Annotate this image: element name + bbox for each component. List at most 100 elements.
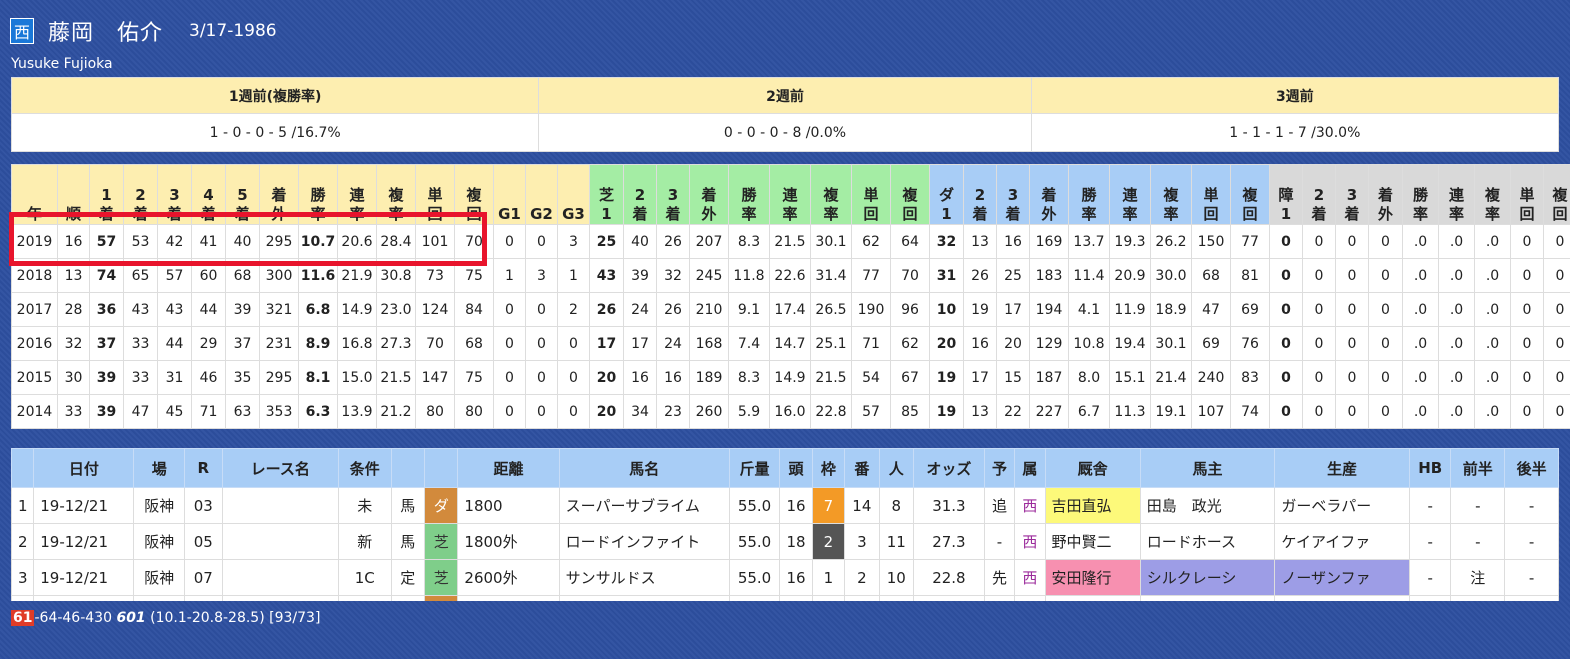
race-header-cell[interactable]: 馬主 xyxy=(1139,448,1276,488)
race-header-cell[interactable]: 予 xyxy=(983,448,1016,488)
race-cell[interactable]: ロードインファイト xyxy=(558,523,730,560)
race-header-cell[interactable] xyxy=(11,448,35,488)
race-cell: 7 xyxy=(811,487,846,524)
stats-cell: 0 xyxy=(1510,224,1544,259)
stats-header-cell: 勝 率 xyxy=(728,164,770,225)
race-cell: 19-12/21 xyxy=(33,559,135,596)
stats-cell: 2014 xyxy=(11,394,58,429)
stats-cell: 0 xyxy=(493,360,526,395)
race-row[interactable]: 2 19-12/21 阪神 05 新馬芝 1800外 ロードインファイト 55.0 18 2 3 11… xyxy=(11,523,1559,560)
region-badge: 西 xyxy=(10,18,34,44)
race-header-cell[interactable]: 日付 xyxy=(33,448,135,488)
stats-cell: 57 xyxy=(89,224,124,259)
stats-cell: 33 xyxy=(57,394,90,429)
stats-row: 2015 30 39 33 31 46 35 295 8.1 15.0 21.5 147 75 0 0 0 20… xyxy=(11,360,1570,395)
stats-header-cell: 2 着 xyxy=(1302,164,1336,225)
stats-cell: 85 xyxy=(890,394,930,429)
stats-cell: 13 xyxy=(963,394,997,429)
week2-value: 0 - 0 - 0 - 8 /0.0% xyxy=(538,113,1032,152)
race-cell[interactable]: スーパーサブライム xyxy=(558,487,730,524)
race-cell: - xyxy=(983,523,1016,560)
race-header-cell[interactable]: 厩舎 xyxy=(1044,448,1141,488)
stats-cell: 19.4 xyxy=(1109,326,1151,361)
stats-cell: 22.8 xyxy=(810,394,852,429)
stats-cell: .0 xyxy=(1438,258,1475,293)
race-header-cell[interactable]: 距離 xyxy=(457,448,560,488)
race-header-cell[interactable]: 人 xyxy=(878,448,914,488)
race-row[interactable]: 419-12/21阪神10摩耶S3Cハダ1800ヒストリーメイカー56.0161… xyxy=(11,595,1559,601)
race-header-cell[interactable]: 属 xyxy=(1014,448,1046,488)
stats-cell: 0 xyxy=(1368,292,1403,327)
race-header-cell[interactable]: 条件 xyxy=(337,448,392,488)
stats-cell: 17 xyxy=(996,292,1030,327)
stats-cell: 168 xyxy=(689,326,729,361)
race-header-cell[interactable] xyxy=(424,448,459,488)
stats-cell: 26 xyxy=(963,258,997,293)
stats-header-cell: G3 xyxy=(557,164,590,225)
stats-header-cell: 年 xyxy=(11,164,58,225)
stats-header-cell: G2 xyxy=(525,164,558,225)
stats-cell: .0 xyxy=(1438,292,1475,327)
stats-cell: 17 xyxy=(963,360,997,395)
stats-row: 2018 13 74 65 57 60 68 300 11.6 21.9 30.8 73 75 1 3 1 43… xyxy=(11,258,1570,293)
stats-cell: 26.2 xyxy=(1150,224,1192,259)
stats-cell: 16 xyxy=(57,224,90,259)
stats-cell: 5.9 xyxy=(728,394,770,429)
stats-cell: .0 xyxy=(1438,224,1475,259)
race-header-cell[interactable]: 頭 xyxy=(779,448,813,488)
stats-cell: 20 xyxy=(929,326,964,361)
race-header-cell[interactable]: 場 xyxy=(133,448,186,488)
race-header-cell[interactable]: 斤量 xyxy=(728,448,781,488)
stats-cell: 0 xyxy=(1543,292,1570,327)
stats-cell: 300 xyxy=(259,258,299,293)
race-header-cell[interactable]: 前半 xyxy=(1450,448,1506,488)
race-header-cell[interactable]: 後半 xyxy=(1504,448,1559,488)
stats-cell: 13 xyxy=(57,258,90,293)
race-header-cell[interactable]: レース名 xyxy=(221,448,339,488)
race-cell[interactable]: サンサルドス xyxy=(558,559,730,596)
stats-cell: 0 xyxy=(1368,258,1403,293)
stats-cell: 80 xyxy=(415,394,455,429)
stats-cell: 26 xyxy=(589,292,624,327)
stats-cell: 57 xyxy=(851,394,891,429)
stats-cell: .0 xyxy=(1402,326,1439,361)
stats-cell: 0 xyxy=(1302,326,1336,361)
race-cell: - xyxy=(1450,487,1506,524)
race-row[interactable]: 1 19-12/21 阪神 03 未馬ダ 1800 スーパーサブライム 55.0 16 7 14 8 3… xyxy=(11,487,1559,524)
stats-cell: 194 xyxy=(1029,292,1069,327)
race-header-cell[interactable]: R xyxy=(184,448,223,488)
stats-header-cell: 複 率 xyxy=(376,164,416,225)
stats-cell: 21.2 xyxy=(376,394,416,429)
race-row[interactable]: 3 19-12/21 阪神 07 1C 定芝 2600外 サンサルドス 55.0 16 1 2 10 22… xyxy=(11,559,1559,596)
stats-cell: 32 xyxy=(929,224,964,259)
race-header-cell[interactable]: 枠 xyxy=(811,448,846,488)
stats-cell: 189 xyxy=(689,360,729,395)
stats-cell: .0 xyxy=(1402,224,1439,259)
race-cell: 16 xyxy=(779,595,813,601)
race-cell: - xyxy=(1504,559,1559,596)
race-cell: 2 xyxy=(811,523,846,560)
race-header-cell[interactable]: HB xyxy=(1408,448,1452,488)
race-header-cell[interactable] xyxy=(390,448,426,488)
race-cell: 16 xyxy=(779,487,813,524)
stats-cell: 71 xyxy=(851,326,891,361)
week1-label: 1週前(複勝率) xyxy=(10,77,540,114)
stats-cell: 15.1 xyxy=(1109,360,1151,395)
stats-cell: 13.7 xyxy=(1068,224,1110,259)
stats-cell: 353 xyxy=(259,394,299,429)
race-header-cell[interactable]: 馬名 xyxy=(558,448,730,488)
race-header-cell[interactable]: 番 xyxy=(844,448,880,488)
race-cell[interactable]: ヒストリーメイカー xyxy=(558,595,730,601)
stats-cell: 70 xyxy=(454,224,494,259)
stats-cell: 2018 xyxy=(11,258,58,293)
stats-cell: 2016 xyxy=(11,326,58,361)
stats-cell: 0 xyxy=(525,394,558,429)
race-header-cell[interactable]: 生産 xyxy=(1274,448,1410,488)
stats-cell: 0 xyxy=(1335,394,1369,429)
stats-cell: 14.7 xyxy=(769,326,811,361)
race-header-cell[interactable]: オッズ xyxy=(912,448,985,488)
race-cell: 1800 xyxy=(457,487,560,524)
race-list-panel[interactable]: 日付場 R レース名 条件 距離 馬名 斤量頭枠番人オッズ予属厩舎 馬主 生産 HB 前半 後半 11… xyxy=(11,448,1559,601)
stats-cell: 207 xyxy=(689,224,729,259)
stats-cell: 30.1 xyxy=(1150,326,1192,361)
